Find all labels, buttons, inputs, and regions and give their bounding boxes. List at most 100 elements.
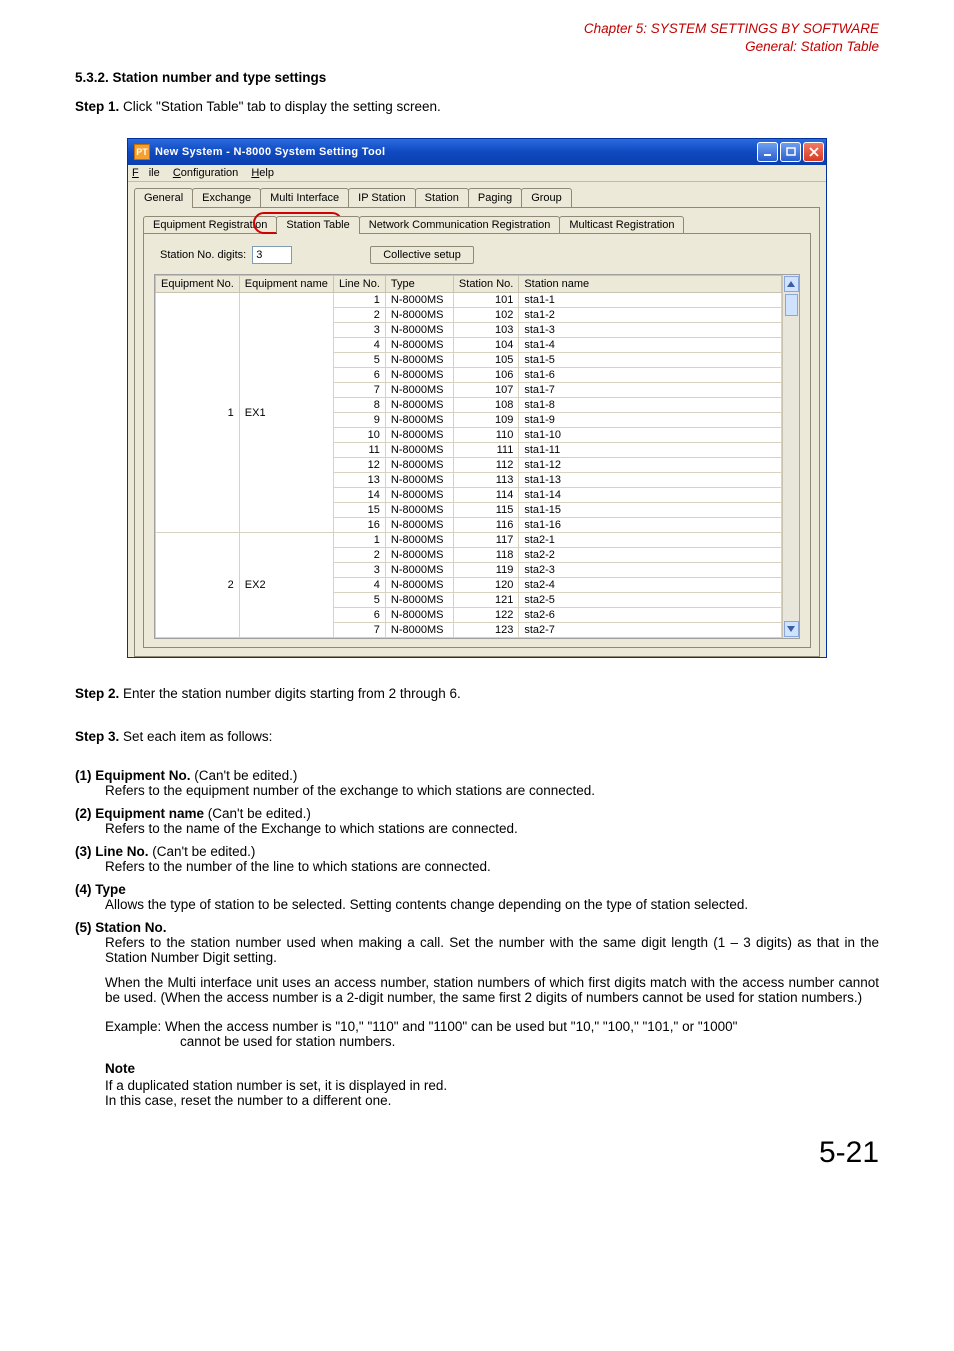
cell-station-name[interactable]: sta1-3 <box>519 323 782 338</box>
cell-station-no[interactable]: 112 <box>453 458 518 473</box>
cell-station-name[interactable]: sta2-1 <box>519 533 782 548</box>
cell-station-name[interactable]: sta1-5 <box>519 353 782 368</box>
col-line-no[interactable]: Line No. <box>333 276 385 293</box>
collective-setup-button[interactable]: Collective setup <box>370 246 474 264</box>
minimize-button[interactable] <box>757 142 778 162</box>
cell-type[interactable]: N-8000MS <box>385 503 453 518</box>
table-row[interactable]: 2EX21N-8000MS117sta2-1 <box>156 533 782 548</box>
cell-station-name[interactable]: sta1-12 <box>519 458 782 473</box>
subtab-equipment-registration[interactable]: Equipment Registration <box>143 216 277 233</box>
maximize-button[interactable] <box>780 142 801 162</box>
station-digits-input[interactable] <box>252 246 292 264</box>
cell-station-name[interactable]: sta2-5 <box>519 593 782 608</box>
cell-station-name[interactable]: sta1-4 <box>519 338 782 353</box>
cell-station-no[interactable]: 103 <box>453 323 518 338</box>
close-button[interactable] <box>803 142 824 162</box>
tab-multi-interface[interactable]: Multi Interface <box>260 188 349 207</box>
cell-type[interactable]: N-8000MS <box>385 623 453 638</box>
col-equipment-no[interactable]: Equipment No. <box>156 276 240 293</box>
scroll-thumb[interactable] <box>785 294 798 316</box>
cell-type[interactable]: N-8000MS <box>385 473 453 488</box>
cell-station-name[interactable]: sta1-8 <box>519 398 782 413</box>
cell-station-no[interactable]: 123 <box>453 623 518 638</box>
table-row[interactable]: 1EX11N-8000MS101sta1-1 <box>156 293 782 308</box>
cell-type[interactable]: N-8000MS <box>385 428 453 443</box>
cell-station-no[interactable]: 119 <box>453 563 518 578</box>
menu-file[interactable]: File <box>132 167 160 179</box>
cell-type[interactable]: N-8000MS <box>385 293 453 308</box>
cell-type[interactable]: N-8000MS <box>385 338 453 353</box>
tab-paging[interactable]: Paging <box>468 188 522 207</box>
cell-station-name[interactable]: sta2-7 <box>519 623 782 638</box>
cell-station-name[interactable]: sta2-6 <box>519 608 782 623</box>
cell-station-name[interactable]: sta1-13 <box>519 473 782 488</box>
cell-station-name[interactable]: sta1-10 <box>519 428 782 443</box>
cell-station-name[interactable]: sta2-4 <box>519 578 782 593</box>
cell-type[interactable]: N-8000MS <box>385 533 453 548</box>
cell-type[interactable]: N-8000MS <box>385 593 453 608</box>
cell-station-name[interactable]: sta1-6 <box>519 368 782 383</box>
cell-station-no[interactable]: 110 <box>453 428 518 443</box>
col-equipment-name[interactable]: Equipment name <box>239 276 333 293</box>
tab-ip-station[interactable]: IP Station <box>348 188 416 207</box>
subtab-network-comm-registration[interactable]: Network Communication Registration <box>359 216 561 233</box>
scroll-down-icon[interactable] <box>784 621 799 637</box>
cell-type[interactable]: N-8000MS <box>385 458 453 473</box>
cell-station-no[interactable]: 104 <box>453 338 518 353</box>
cell-station-no[interactable]: 121 <box>453 593 518 608</box>
cell-type[interactable]: N-8000MS <box>385 563 453 578</box>
cell-type[interactable]: N-8000MS <box>385 518 453 533</box>
cell-station-no[interactable]: 106 <box>453 368 518 383</box>
cell-type[interactable]: N-8000MS <box>385 383 453 398</box>
cell-station-name[interactable]: sta1-1 <box>519 293 782 308</box>
scroll-up-icon[interactable] <box>784 276 799 292</box>
cell-station-no[interactable]: 108 <box>453 398 518 413</box>
cell-type[interactable]: N-8000MS <box>385 443 453 458</box>
cell-station-name[interactable]: sta1-15 <box>519 503 782 518</box>
cell-station-no[interactable]: 117 <box>453 533 518 548</box>
col-station-no[interactable]: Station No. <box>453 276 518 293</box>
cell-station-name[interactable]: sta2-2 <box>519 548 782 563</box>
cell-station-name[interactable]: sta1-16 <box>519 518 782 533</box>
cell-station-no[interactable]: 102 <box>453 308 518 323</box>
cell-type[interactable]: N-8000MS <box>385 413 453 428</box>
cell-station-name[interactable]: sta1-9 <box>519 413 782 428</box>
subtab-multicast-registration[interactable]: Multicast Registration <box>559 216 684 233</box>
cell-type[interactable]: N-8000MS <box>385 608 453 623</box>
station-grid[interactable]: Equipment No. Equipment name Line No. Ty… <box>155 275 782 638</box>
cell-station-name[interactable]: sta2-3 <box>519 563 782 578</box>
tab-station[interactable]: Station <box>415 188 469 207</box>
col-station-name[interactable]: Station name <box>519 276 782 293</box>
cell-type[interactable]: N-8000MS <box>385 578 453 593</box>
cell-type[interactable]: N-8000MS <box>385 398 453 413</box>
col-type[interactable]: Type <box>385 276 453 293</box>
subtab-station-table[interactable]: Station Table <box>276 216 359 233</box>
tab-group[interactable]: Group <box>521 188 572 207</box>
cell-station-no[interactable]: 114 <box>453 488 518 503</box>
cell-type[interactable]: N-8000MS <box>385 368 453 383</box>
cell-type[interactable]: N-8000MS <box>385 548 453 563</box>
cell-type[interactable]: N-8000MS <box>385 308 453 323</box>
menu-configuration[interactable]: Configuration <box>173 167 238 179</box>
cell-station-name[interactable]: sta1-7 <box>519 383 782 398</box>
tab-general[interactable]: General <box>134 188 193 207</box>
cell-type[interactable]: N-8000MS <box>385 488 453 503</box>
cell-station-no[interactable]: 118 <box>453 548 518 563</box>
tab-exchange[interactable]: Exchange <box>192 188 261 207</box>
cell-type[interactable]: N-8000MS <box>385 353 453 368</box>
cell-station-name[interactable]: sta1-11 <box>519 443 782 458</box>
cell-station-no[interactable]: 122 <box>453 608 518 623</box>
cell-station-name[interactable]: sta1-2 <box>519 308 782 323</box>
cell-station-no[interactable]: 111 <box>453 443 518 458</box>
cell-station-no[interactable]: 116 <box>453 518 518 533</box>
vertical-scrollbar[interactable] <box>782 275 799 638</box>
cell-station-no[interactable]: 115 <box>453 503 518 518</box>
cell-type[interactable]: N-8000MS <box>385 323 453 338</box>
cell-station-no[interactable]: 113 <box>453 473 518 488</box>
menu-help[interactable]: Help <box>251 167 274 179</box>
cell-station-no[interactable]: 107 <box>453 383 518 398</box>
cell-station-no[interactable]: 109 <box>453 413 518 428</box>
cell-station-no[interactable]: 120 <box>453 578 518 593</box>
cell-station-no[interactable]: 101 <box>453 293 518 308</box>
cell-station-no[interactable]: 105 <box>453 353 518 368</box>
